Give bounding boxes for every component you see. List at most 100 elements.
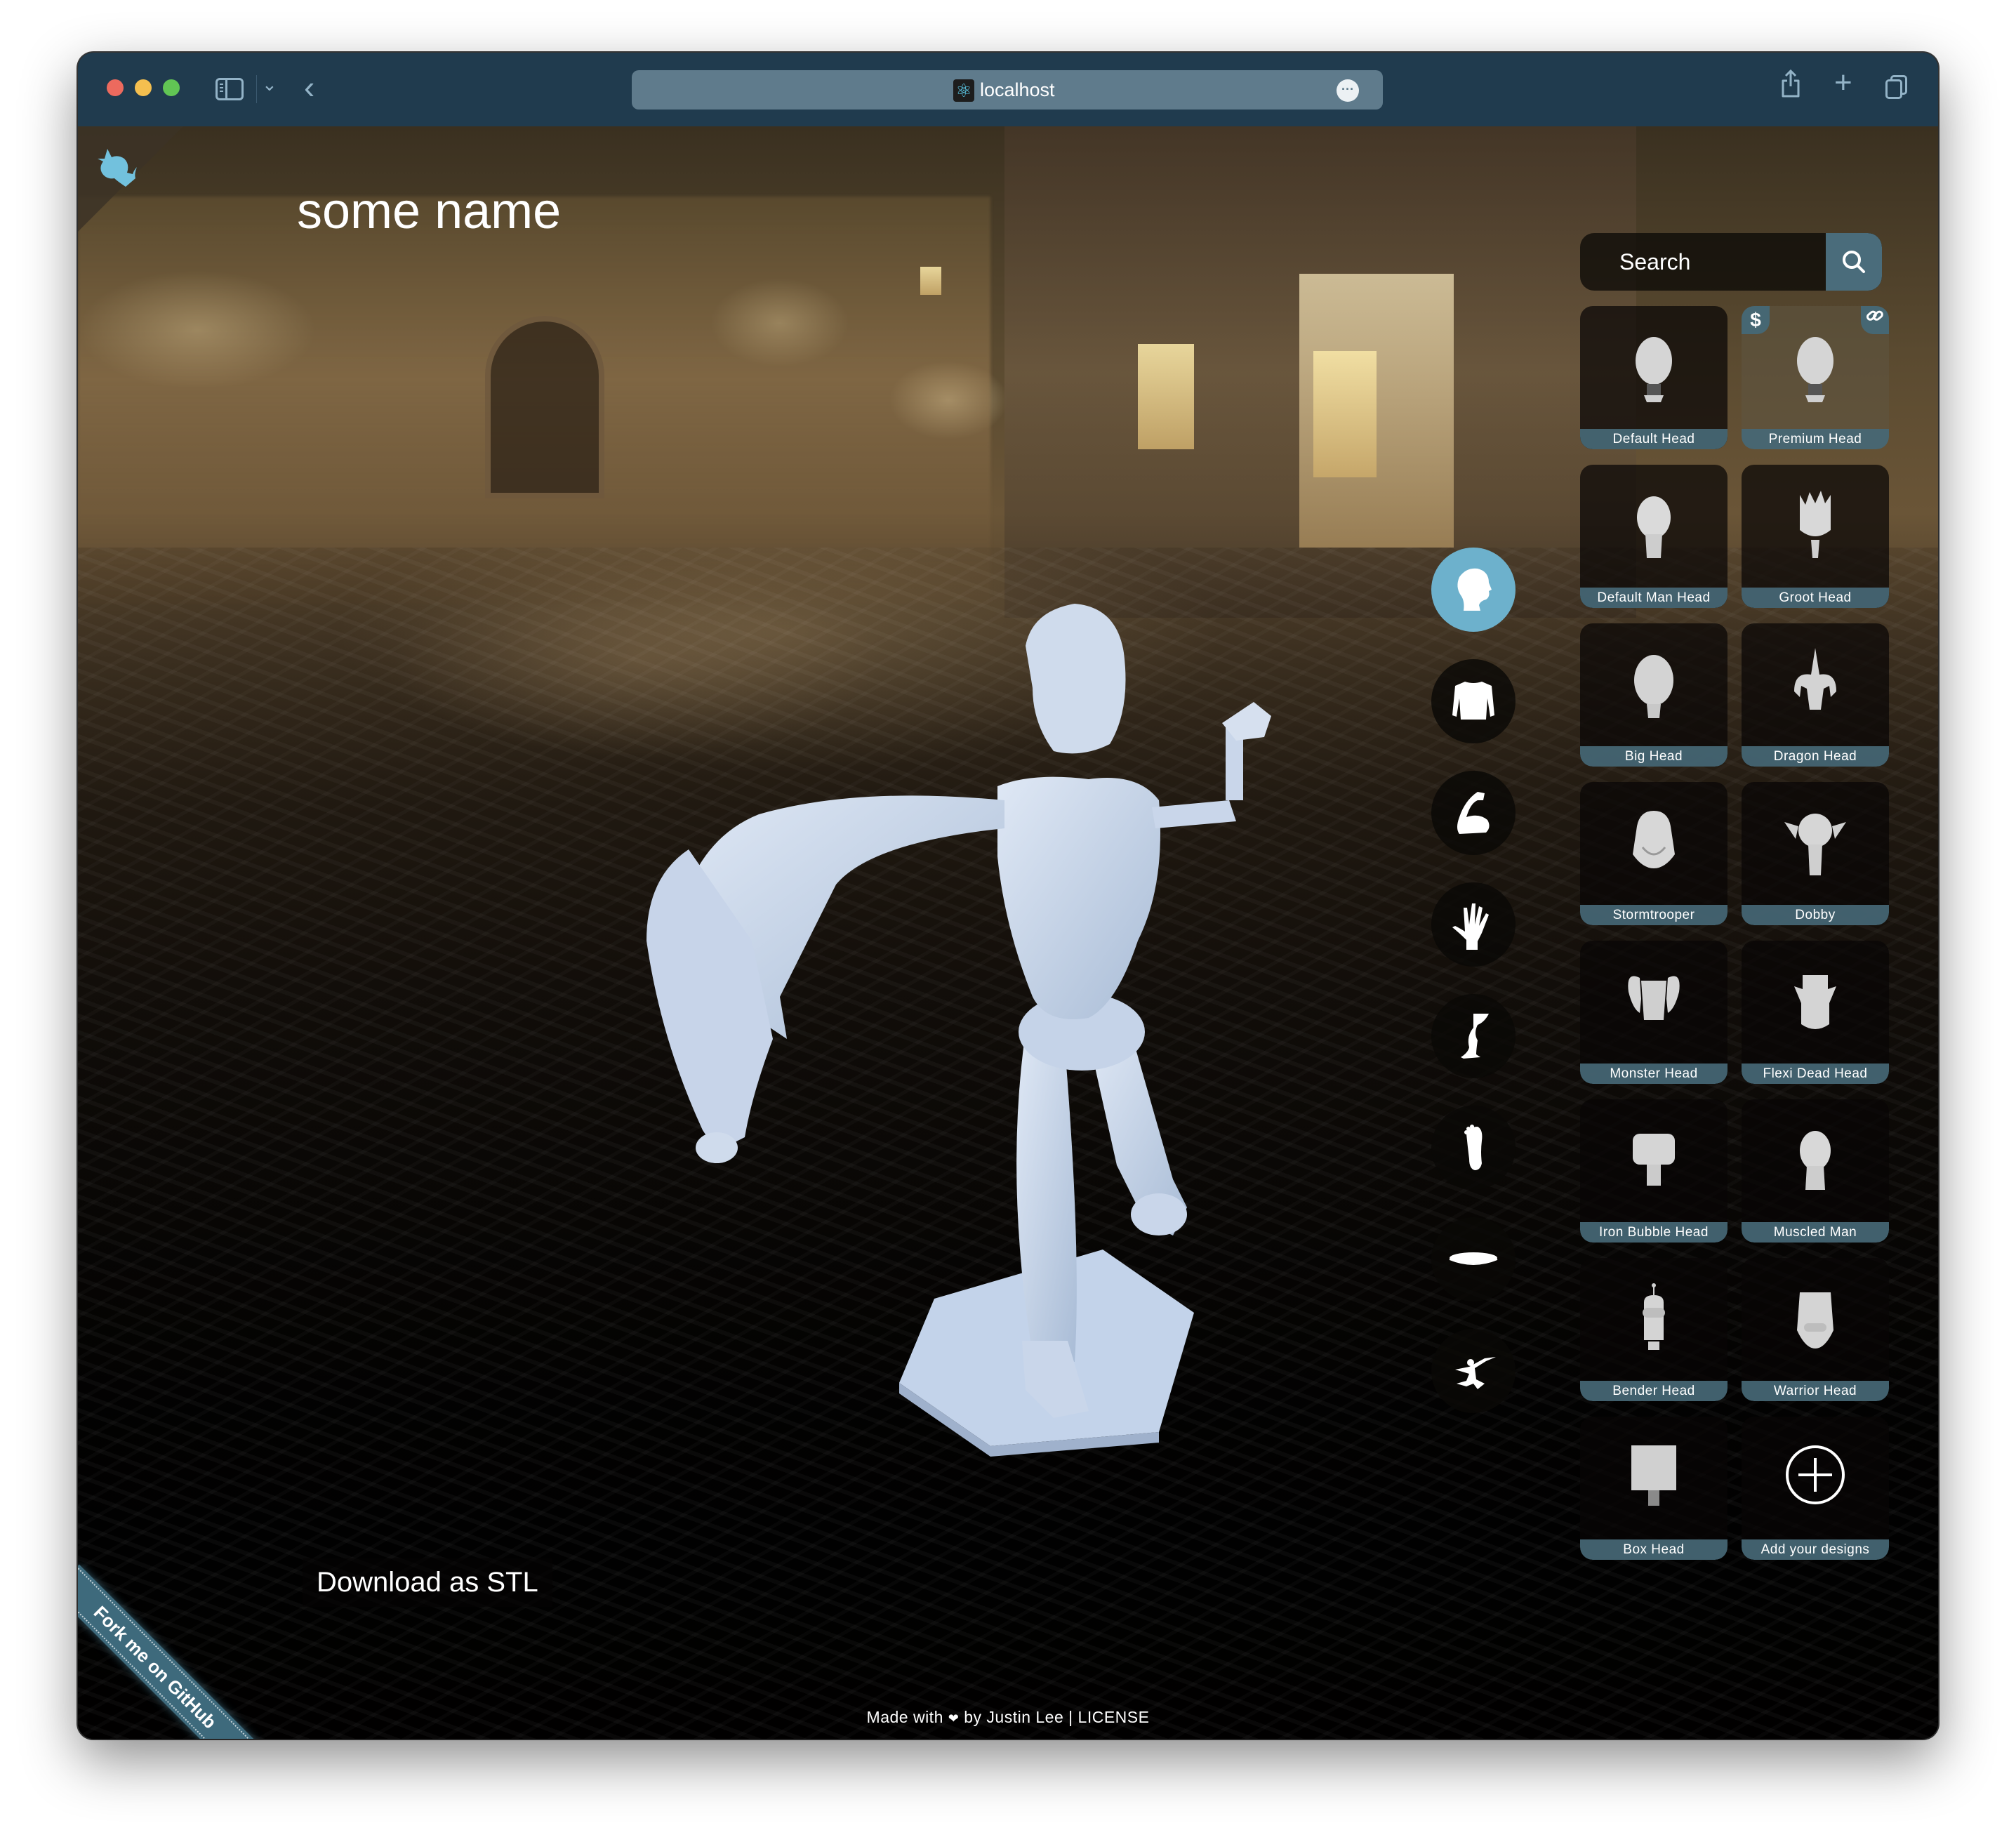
chain-link-glyph: [1866, 310, 1883, 321]
head-card[interactable]: Flexi Dead Head: [1742, 941, 1889, 1084]
footer-made-with: Made with: [866, 1708, 943, 1726]
head-card[interactable]: Stormtrooper: [1580, 782, 1727, 925]
sidebar-toggle-icon[interactable]: [215, 78, 244, 100]
head-thumbnail: [1742, 1258, 1889, 1381]
close-window-button[interactable]: [107, 79, 124, 96]
head-card[interactable]: Iron Bubble Head: [1580, 1099, 1727, 1243]
background-arch: [485, 316, 604, 498]
heart-icon: ❤: [948, 1711, 960, 1725]
tab-overview-icon[interactable]: [1885, 75, 1907, 99]
back-icon[interactable]: ‹: [304, 68, 314, 106]
bender-head-icon: [1643, 1283, 1665, 1350]
iron-bubble-head-icon: [1633, 1133, 1675, 1186]
head-card-label: Flexi Dead Head: [1742, 1064, 1889, 1084]
head-card[interactable]: Premium Head $: [1742, 306, 1889, 449]
head-thumbnail: [1742, 623, 1889, 746]
search-button[interactable]: [1826, 233, 1882, 291]
head-card[interactable]: Dragon Head: [1742, 623, 1889, 767]
flexed-arm-icon: [1457, 792, 1490, 834]
add-plus-head-icon: [1786, 1445, 1845, 1504]
head-thumbnail: [1742, 1099, 1889, 1222]
head-card[interactable]: Monster Head: [1580, 941, 1727, 1084]
share-icon[interactable]: [1780, 69, 1801, 104]
hand-icon: [1452, 903, 1489, 950]
page-menu-icon[interactable]: ···: [1337, 79, 1359, 102]
head-card[interactable]: Muscled Man: [1742, 1099, 1889, 1243]
viewer-canvas[interactable]: some name Search Default Head Premium He…: [78, 126, 1938, 1739]
head-card[interactable]: Big Head: [1580, 623, 1727, 767]
head-card[interactable]: Default Man Head: [1580, 465, 1727, 608]
mannequin-head-icon: [1636, 336, 1672, 402]
head-card[interactable]: Default Head: [1580, 306, 1727, 449]
head-card[interactable]: Bender Head: [1580, 1258, 1727, 1401]
minimize-window-button[interactable]: [135, 79, 152, 96]
chevron-down-icon[interactable]: ⌄: [262, 74, 277, 95]
head-thumbnail: [1580, 941, 1727, 1064]
maximize-window-button[interactable]: [163, 79, 180, 96]
head-card[interactable]: Warrior Head: [1742, 1258, 1889, 1401]
category-stand-button[interactable]: [1431, 1217, 1516, 1301]
category-head-button[interactable]: [1431, 548, 1516, 632]
torso-icon: [1452, 682, 1494, 720]
category-foot-button[interactable]: [1431, 1106, 1516, 1190]
url-text[interactable]: localhost: [980, 79, 1055, 101]
head-thumbnail: [1580, 1099, 1727, 1222]
head-card[interactable]: Dobby: [1742, 782, 1889, 925]
head-thumbnail: [1742, 782, 1889, 905]
link-icon[interactable]: [1861, 306, 1889, 334]
part-grid: Default Head Premium Head $ Default Man Hea…: [1580, 306, 1896, 1560]
head-card-label: Bender Head: [1580, 1381, 1727, 1401]
head-card-label: Muscled Man: [1742, 1222, 1889, 1243]
head-card[interactable]: Groot Head: [1742, 465, 1889, 608]
github-octocat-icon: [98, 149, 137, 187]
dollar-icon: $: [1742, 306, 1770, 334]
head-card-label: Iron Bubble Head: [1580, 1222, 1727, 1243]
part-category-rail: [1431, 548, 1518, 1440]
add-your-designs-card[interactable]: Add your designs: [1742, 1417, 1889, 1560]
muscled-man-head-icon: [1800, 1130, 1831, 1190]
head-thumbnail: [1580, 306, 1727, 429]
head-card[interactable]: Box Head: [1580, 1417, 1727, 1560]
head-thumbnail: [1580, 465, 1727, 588]
head-thumbnail: [1580, 1258, 1727, 1381]
head-card-label: Warrior Head: [1742, 1381, 1889, 1401]
category-leg-button[interactable]: [1431, 994, 1516, 1078]
category-pose-button[interactable]: [1431, 1329, 1516, 1413]
github-corner-link[interactable]: [78, 126, 183, 232]
category-arm-button[interactable]: [1431, 771, 1516, 855]
address-bar[interactable]: ⚛ localhost ···: [632, 70, 1383, 110]
head-card-label: Box Head: [1580, 1539, 1727, 1560]
download-stl-button[interactable]: Download as STL: [303, 1558, 552, 1607]
react-atom-icon: ⚛: [953, 79, 974, 102]
head-thumbnail: [1742, 941, 1889, 1064]
search-input[interactable]: [1580, 233, 1826, 291]
footer: Made with ❤ by Justin Lee | LICENSE: [78, 1708, 1938, 1727]
head-card-label: Premium Head: [1742, 429, 1889, 449]
leg-icon: [1461, 1014, 1489, 1059]
big-head-icon: [1634, 654, 1673, 718]
new-tab-icon[interactable]: +: [1834, 65, 1852, 100]
warrior-head-icon: [1797, 1292, 1833, 1349]
head-card-label: Default Head: [1580, 429, 1727, 449]
dobby-head-icon: [1784, 813, 1846, 875]
model-name-title[interactable]: some name: [297, 183, 561, 240]
head-card-label: Dobby: [1742, 905, 1889, 925]
head-thumbnail: [1580, 623, 1727, 746]
head-card-label: Big Head: [1580, 746, 1727, 767]
part-search: [1580, 233, 1882, 291]
stand-base-icon: [1449, 1252, 1498, 1265]
stormtrooper-head-icon: [1633, 810, 1675, 868]
category-torso-button[interactable]: [1431, 659, 1516, 743]
footer-author[interactable]: by Justin Lee: [964, 1708, 1063, 1726]
background-window: [920, 267, 941, 295]
foot-icon: [1464, 1125, 1483, 1170]
head-silhouette-icon: [1457, 568, 1492, 611]
head-thumbnail: [1580, 782, 1727, 905]
head-card-label: Monster Head: [1580, 1064, 1727, 1084]
footer-license-link[interactable]: LICENSE: [1078, 1708, 1150, 1726]
man-head-icon: [1637, 496, 1671, 558]
category-hand-button[interactable]: [1431, 882, 1516, 967]
background-window: [1313, 351, 1377, 477]
figure-3d-model[interactable]: [541, 548, 1454, 1530]
head-thumbnail: [1580, 1417, 1727, 1539]
